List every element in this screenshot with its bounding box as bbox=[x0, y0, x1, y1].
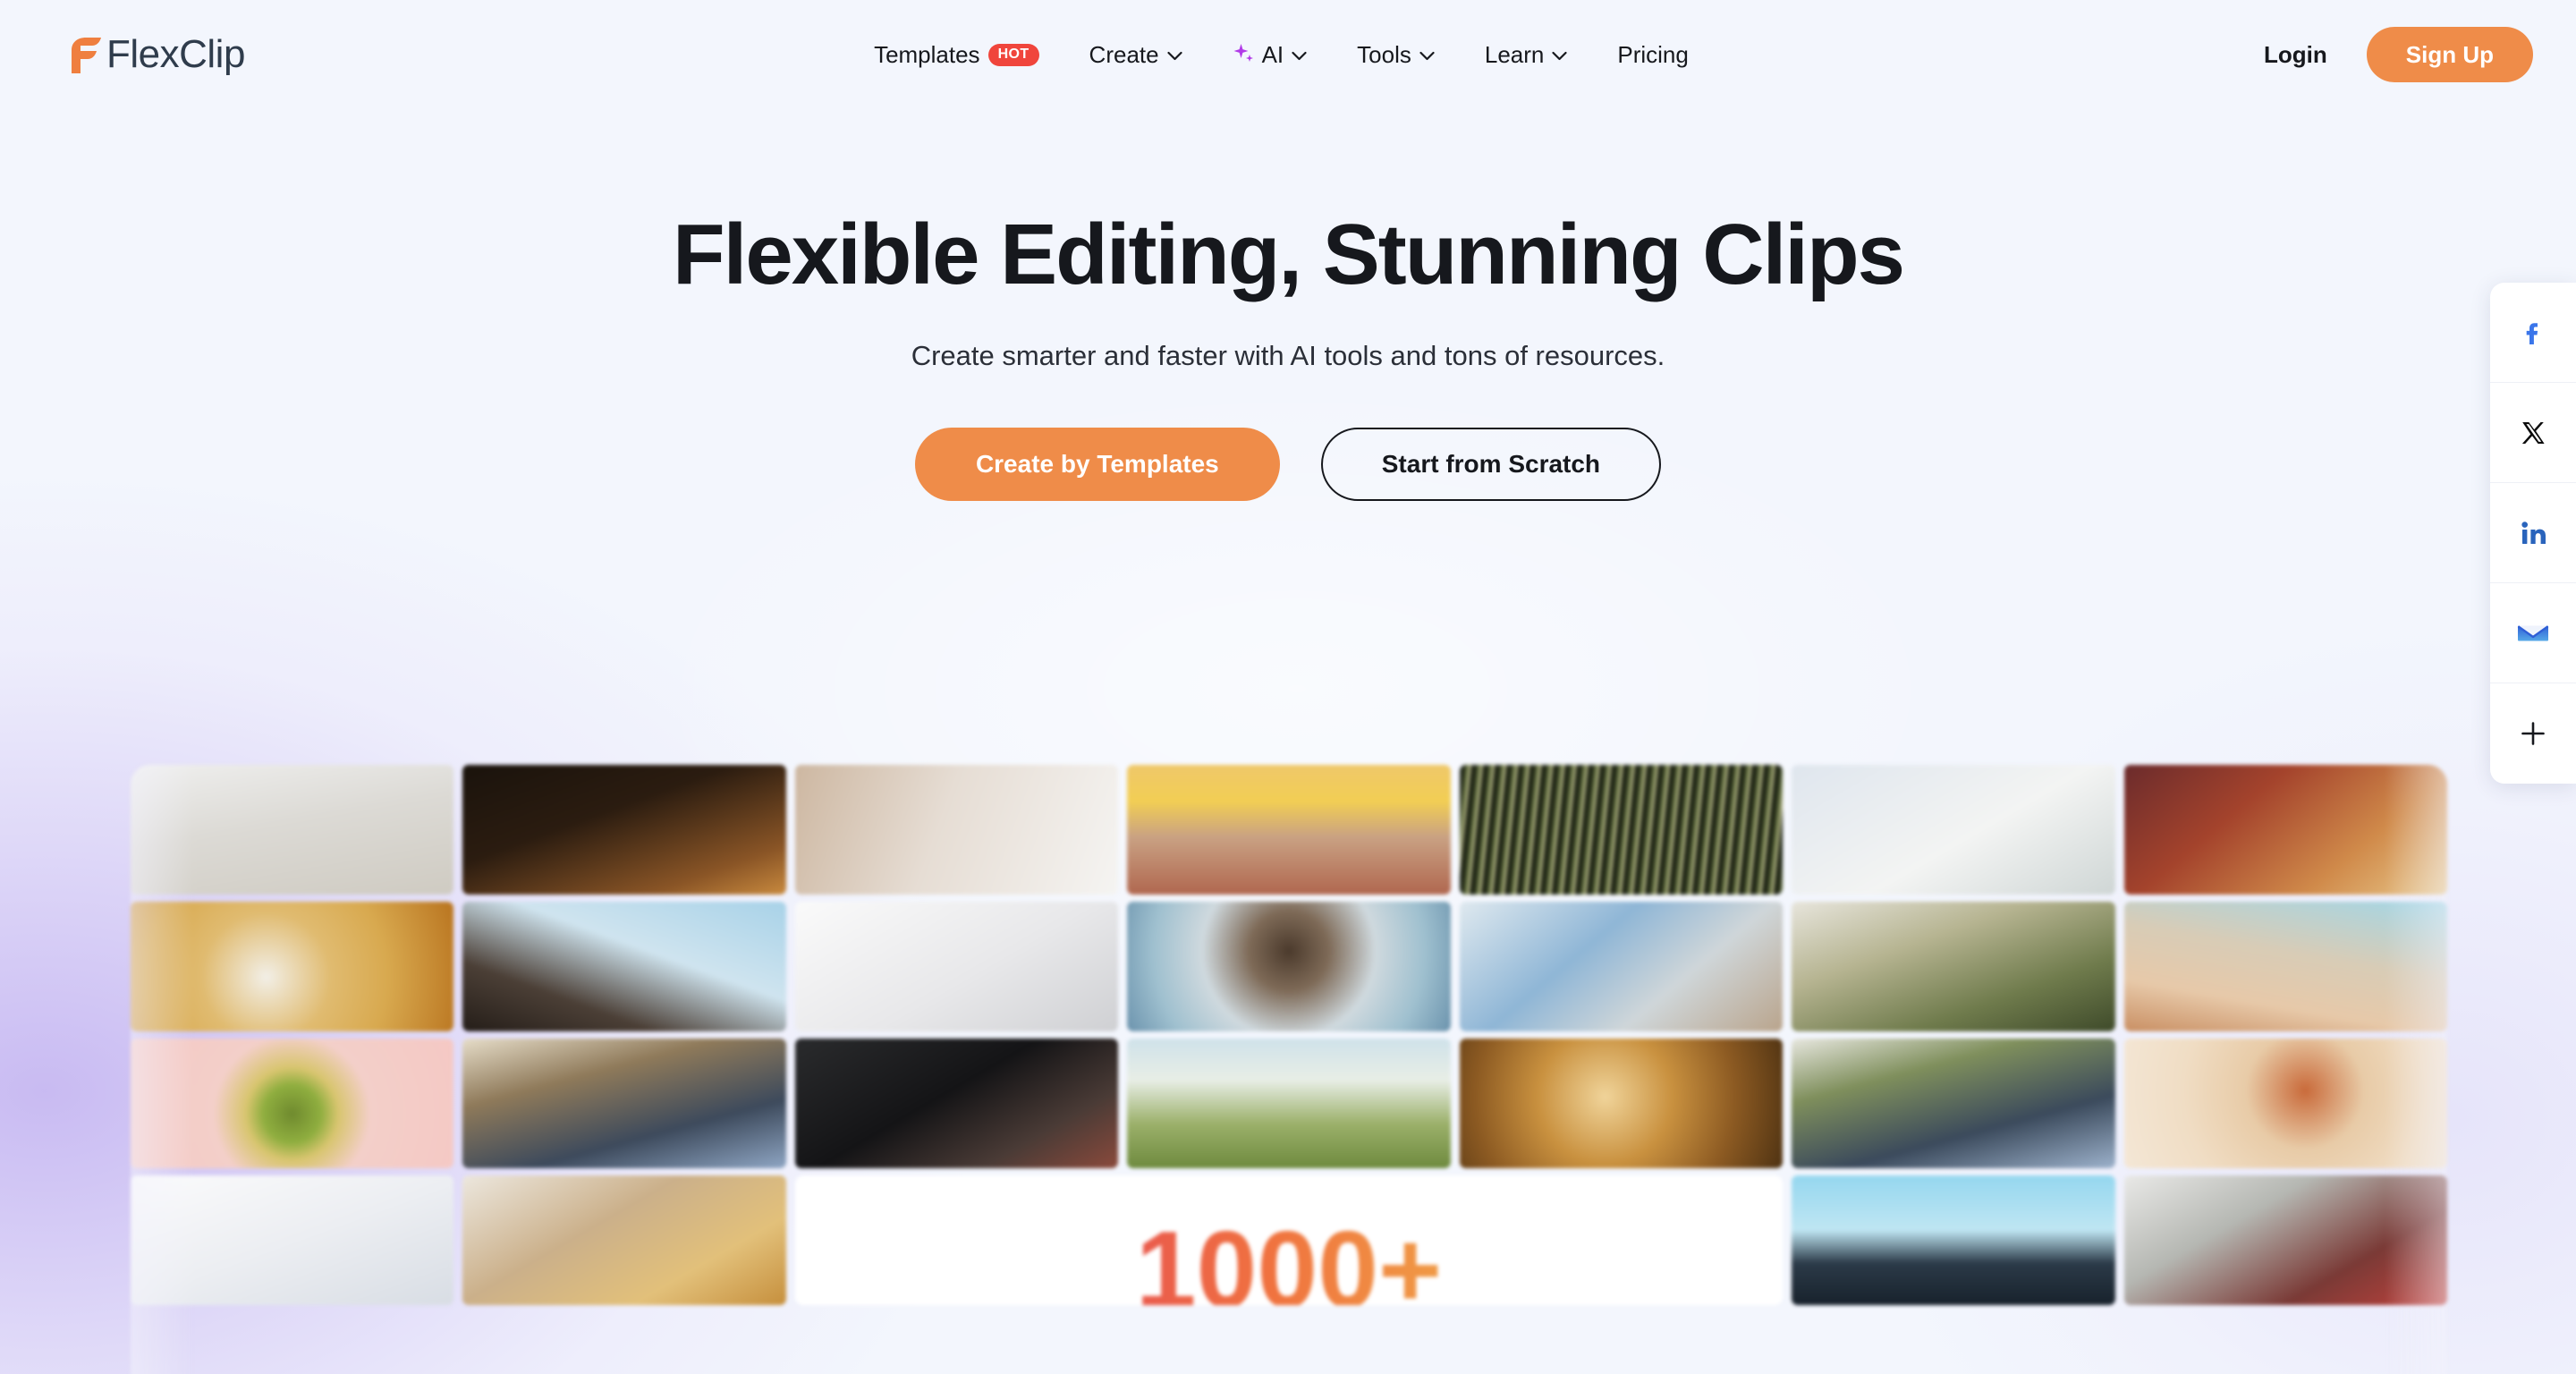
collage-tile[interactable] bbox=[1459, 1039, 1784, 1168]
share-x-button[interactable] bbox=[2490, 383, 2576, 483]
template-collage[interactable]: 1000+ bbox=[131, 765, 2447, 1374]
start-from-scratch-button[interactable]: Start from Scratch bbox=[1320, 427, 1662, 501]
collage-tile[interactable] bbox=[1792, 1175, 2115, 1305]
collage-tile[interactable] bbox=[1127, 902, 1451, 1031]
linkedin-icon bbox=[2519, 519, 2547, 547]
chevron-down-icon bbox=[1419, 48, 1435, 61]
collage-tile[interactable] bbox=[2123, 1175, 2447, 1305]
collage-tile[interactable] bbox=[131, 1039, 454, 1168]
x-twitter-icon bbox=[2520, 420, 2546, 446]
nav-label-create: Create bbox=[1089, 40, 1159, 68]
collage-tile[interactable] bbox=[1459, 765, 1784, 895]
collage-tile[interactable] bbox=[1792, 1039, 2115, 1168]
collage-tile[interactable] bbox=[1792, 902, 2115, 1031]
nav-label-templates: Templates bbox=[874, 40, 980, 68]
email-icon bbox=[2517, 621, 2549, 646]
chevron-down-icon bbox=[1552, 48, 1567, 61]
collage-tile[interactable] bbox=[462, 765, 786, 895]
nav-item-templates[interactable]: Templates HOT bbox=[874, 40, 1039, 69]
collage-tile[interactable] bbox=[794, 1039, 1119, 1168]
brand-wordmark: FlexClip bbox=[106, 32, 245, 76]
share-email-button[interactable] bbox=[2490, 583, 2576, 683]
collage-grid: 1000+ bbox=[131, 765, 2447, 1305]
plus-icon bbox=[2520, 720, 2546, 747]
collage-tile[interactable] bbox=[794, 902, 1119, 1031]
site-header: FlexClip Templates HOT Create AI Tools L… bbox=[0, 0, 2576, 109]
nav-item-ai[interactable]: AI bbox=[1233, 41, 1308, 69]
collage-tile[interactable] bbox=[794, 765, 1119, 895]
share-more-button[interactable] bbox=[2490, 683, 2576, 784]
hero-subtitle: Create smarter and faster with AI tools … bbox=[911, 339, 1665, 371]
sparkle-icon bbox=[1233, 43, 1254, 66]
nav-label-tools: Tools bbox=[1357, 40, 1411, 68]
chevron-down-icon bbox=[1292, 48, 1307, 61]
header-actions: Login Sign Up bbox=[2264, 27, 2533, 82]
collage-tile[interactable] bbox=[462, 902, 786, 1031]
social-share-bar bbox=[2490, 283, 2576, 784]
page-title: Flexible Editing, Stunning Clips bbox=[673, 207, 1905, 302]
nav-item-create[interactable]: Create bbox=[1089, 41, 1182, 69]
main-navigation: Templates HOT Create AI Tools Learn Pric… bbox=[299, 41, 2264, 69]
nav-label-pricing: Pricing bbox=[1617, 40, 1689, 68]
collage-tile[interactable] bbox=[2123, 902, 2447, 1031]
collage-tile[interactable] bbox=[462, 1175, 786, 1305]
collage-tile[interactable] bbox=[1127, 765, 1451, 895]
nav-label-learn: Learn bbox=[1484, 40, 1545, 68]
share-facebook-button[interactable] bbox=[2490, 283, 2576, 383]
create-by-templates-button[interactable]: Create by Templates bbox=[914, 427, 1280, 501]
brand-logo[interactable]: FlexClip bbox=[68, 35, 245, 74]
hot-badge: HOT bbox=[987, 43, 1039, 66]
nav-item-tools[interactable]: Tools bbox=[1357, 41, 1435, 69]
collage-tile[interactable] bbox=[462, 1039, 786, 1168]
nav-item-pricing[interactable]: Pricing bbox=[1617, 41, 1688, 69]
chevron-down-icon bbox=[1166, 48, 1182, 61]
nav-label-ai: AI bbox=[1261, 40, 1284, 68]
promo-card[interactable]: 1000+ bbox=[794, 1175, 1784, 1305]
collage-tile[interactable] bbox=[2123, 765, 2447, 895]
signup-button[interactable]: Sign Up bbox=[2366, 27, 2533, 82]
collage-tile[interactable] bbox=[131, 1175, 454, 1305]
collage-tile[interactable] bbox=[1127, 1039, 1451, 1168]
nav-item-learn[interactable]: Learn bbox=[1485, 41, 1568, 69]
share-linkedin-button[interactable] bbox=[2490, 483, 2576, 583]
login-button[interactable]: Login bbox=[2264, 41, 2327, 69]
collage-tile[interactable] bbox=[131, 902, 454, 1031]
collage-tile[interactable] bbox=[1459, 902, 1784, 1031]
flexclip-f-icon bbox=[68, 36, 104, 73]
hero-section: Flexible Editing, Stunning Clips Create … bbox=[0, 109, 2576, 501]
hero-cta-group: Create by Templates Start from Scratch bbox=[0, 427, 2576, 501]
collage-tile[interactable] bbox=[2123, 1039, 2447, 1168]
collage-tile[interactable] bbox=[1792, 765, 2115, 895]
promo-number: 1000+ bbox=[1136, 1215, 1443, 1305]
collage-tile[interactable] bbox=[131, 765, 454, 895]
facebook-icon bbox=[2518, 318, 2548, 348]
